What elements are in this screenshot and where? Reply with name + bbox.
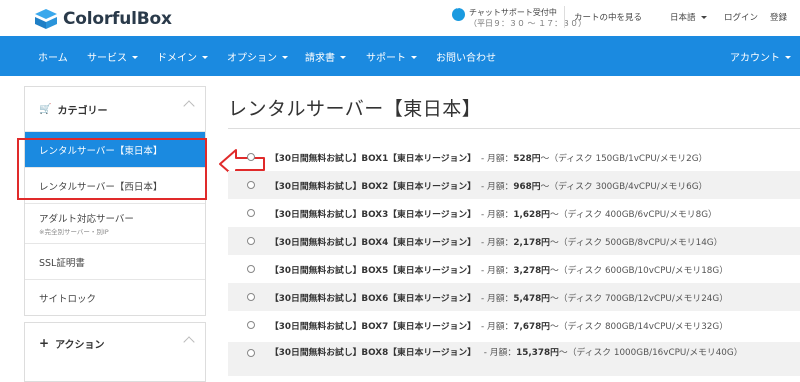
cube-logo-icon bbox=[35, 9, 57, 29]
radio-button[interactable] bbox=[247, 237, 255, 245]
chevron-down-icon bbox=[785, 56, 791, 59]
radio-button[interactable] bbox=[247, 265, 255, 273]
product-row[interactable]: 【30日間無料お試し】BOX3【東日本リージョン】 - 月額： 1,628円 ～… bbox=[228, 199, 800, 227]
brand-name: ColorfulBox bbox=[63, 9, 172, 29]
register-link[interactable]: 登録 bbox=[770, 11, 787, 23]
brand-logo[interactable]: ColorfulBox bbox=[34, 8, 172, 30]
chevron-up-icon bbox=[183, 336, 195, 348]
category-adult-server[interactable]: アダルト対応サーバー ※完全別サーバー・別IP bbox=[25, 203, 205, 243]
nav-services[interactable]: サービス bbox=[87, 49, 138, 64]
nav-home[interactable]: ホーム bbox=[38, 49, 68, 64]
nav-domains[interactable]: ドメイン bbox=[157, 49, 208, 64]
radio-button[interactable] bbox=[247, 293, 255, 301]
product-row[interactable]: 【30日間無料お試し】BOX4【東日本リージョン】 - 月額： 2,178円 ～… bbox=[228, 227, 800, 255]
product-row[interactable]: 【30日間無料お試し】BOX7【東日本リージョン】 - 月額： 7,678円 ～… bbox=[228, 311, 800, 339]
radio-button[interactable] bbox=[247, 349, 255, 357]
category-sitelock[interactable]: サイトロック bbox=[25, 279, 205, 315]
top-links: カートの中を見る bbox=[564, 6, 642, 28]
chat-support[interactable]: チャットサポート受付中 （平日９：３０ ～ １７：３０） bbox=[452, 5, 587, 29]
categories-title: カテゴリー bbox=[57, 105, 108, 117]
chat-support-hours: （平日９：３０ ～ １７：３０） bbox=[469, 19, 587, 28]
nav-support[interactable]: サポート bbox=[366, 49, 417, 64]
divider bbox=[564, 6, 565, 28]
chevron-up-icon bbox=[183, 100, 195, 112]
categories-panel: 🛒 カテゴリー レンタルサーバー【東日本】 レンタルサーバー【西日本】 アダルト… bbox=[24, 86, 206, 316]
actions-title: アクション bbox=[55, 339, 105, 351]
chat-support-title: チャットサポート受付中 bbox=[469, 8, 557, 17]
language-label: 日本語 bbox=[670, 13, 696, 23]
chevron-down-icon bbox=[282, 56, 288, 59]
radio-button[interactable] bbox=[247, 153, 255, 161]
actions-header[interactable]: + アクション bbox=[25, 323, 205, 363]
product-row[interactable]: 【30日間無料お試し】BOX6【東日本リージョン】 - 月額： 5,478円 ～… bbox=[228, 283, 800, 311]
radio-button[interactable] bbox=[247, 181, 255, 189]
chevron-down-icon bbox=[202, 56, 208, 59]
chevron-down-icon bbox=[411, 56, 417, 59]
page-title: レンタルサーバー【東日本】 bbox=[228, 98, 482, 120]
categories-header[interactable]: 🛒 カテゴリー bbox=[25, 87, 205, 131]
plus-icon: + bbox=[39, 336, 50, 350]
nav-account[interactable]: アカウント bbox=[730, 49, 791, 64]
product-row[interactable]: 【30日間無料お試し】BOX5【東日本リージョン】 - 月額： 3,278円 ～… bbox=[228, 255, 800, 283]
chevron-down-icon bbox=[700, 15, 707, 19]
highlight-box bbox=[17, 138, 207, 200]
radio-button[interactable] bbox=[247, 209, 255, 217]
actions-panel: + アクション bbox=[24, 322, 206, 382]
login-link[interactable]: ログイン bbox=[724, 11, 758, 23]
category-ssl[interactable]: SSL証明書 bbox=[25, 243, 205, 279]
main-nav: ホーム サービス ドメイン オプション 請求書 サポート お問い合わせ アカウン… bbox=[0, 36, 800, 76]
product-row[interactable]: 【30日間無料お試し】BOX2【東日本リージョン】 - 月額： 968円 ～（デ… bbox=[228, 171, 800, 199]
product-row[interactable]: 【30日間無料お試し】BOX1【東日本リージョン】 - 月額： 528円 ～（デ… bbox=[228, 143, 800, 171]
cart-icon: 🛒 bbox=[39, 103, 52, 115]
chevron-down-icon bbox=[132, 56, 138, 59]
nav-contact[interactable]: お問い合わせ bbox=[436, 49, 496, 64]
cart-link[interactable]: カートの中を見る bbox=[574, 11, 642, 23]
nav-options[interactable]: オプション bbox=[227, 49, 288, 64]
divider bbox=[228, 128, 800, 129]
chat-bubble-icon bbox=[452, 5, 465, 21]
chevron-down-icon bbox=[340, 56, 346, 59]
product-row[interactable]: 【30日間無料お試し】BOX8【東日本リージョン】 - 月額：15,378円～（… bbox=[228, 342, 800, 376]
nav-invoices[interactable]: 請求書 bbox=[305, 49, 346, 64]
language-switcher[interactable]: 日本語 bbox=[670, 11, 707, 23]
radio-button[interactable] bbox=[247, 321, 255, 329]
top-bar: ColorfulBox チャットサポート受付中 （平日９：３０ ～ １７：３０）… bbox=[0, 0, 800, 36]
